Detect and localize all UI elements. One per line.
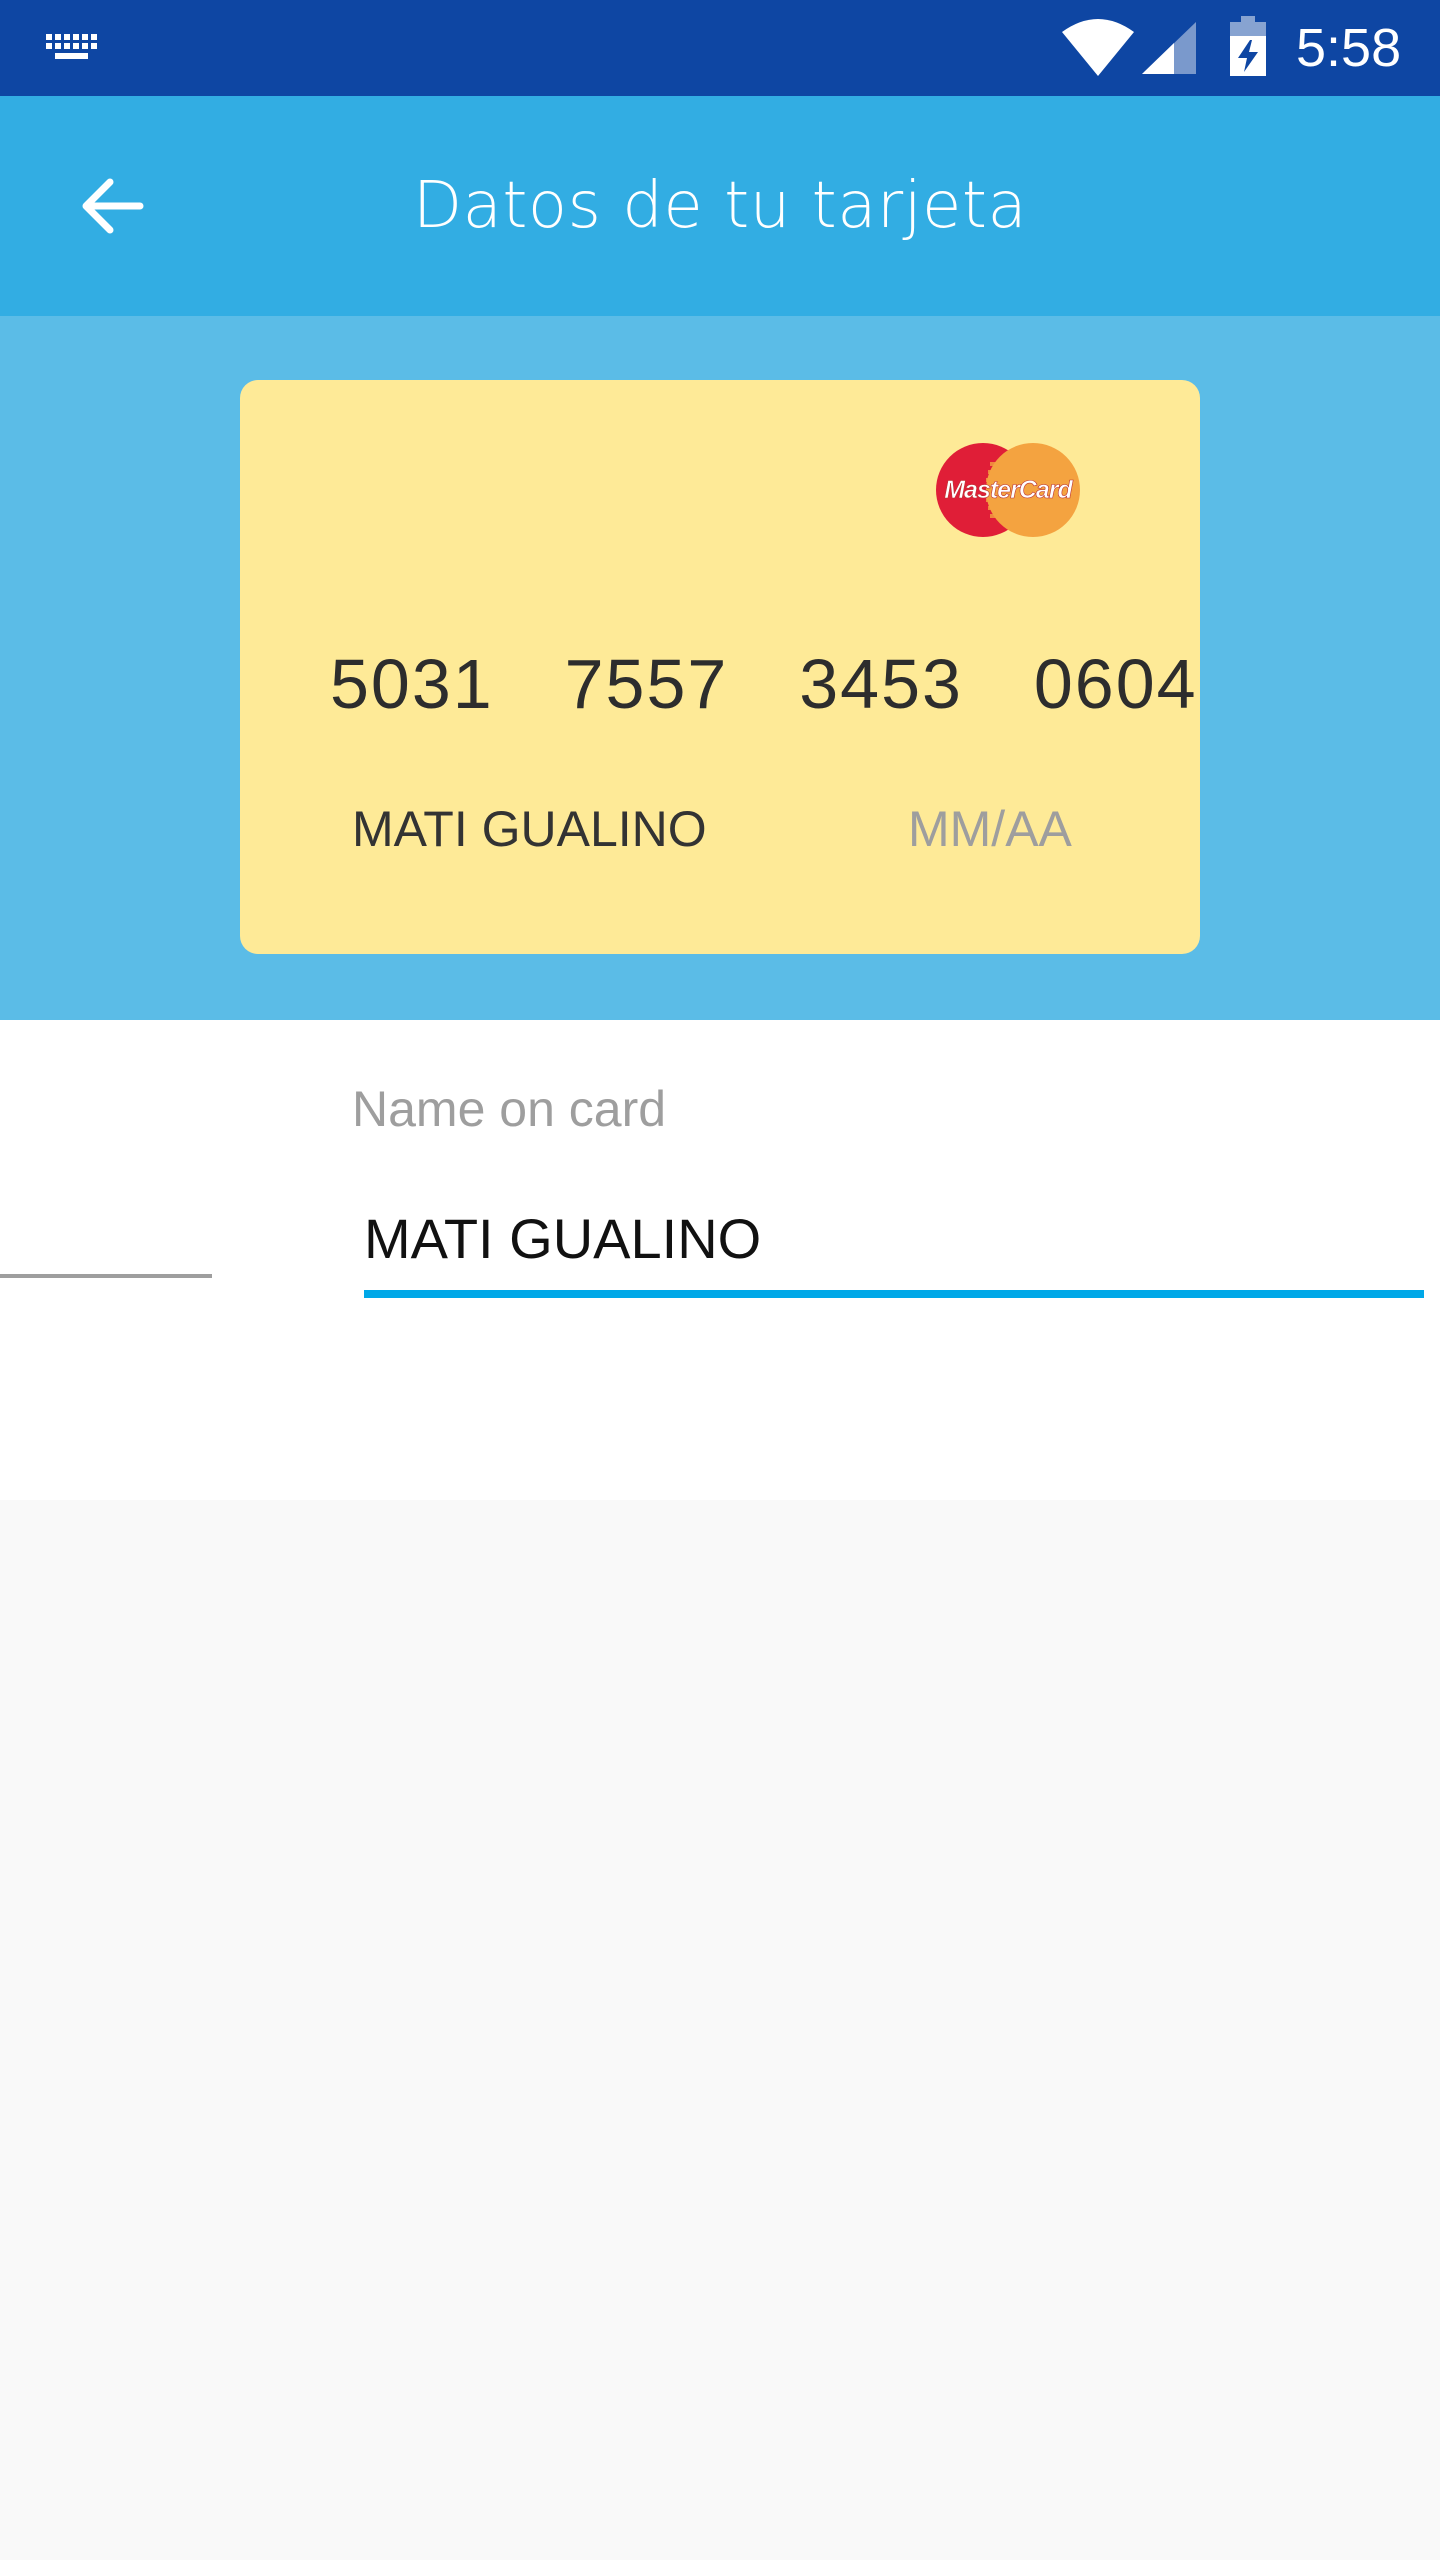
wifi-icon [1062, 19, 1134, 76]
card-form: Name on card [0, 1020, 1440, 1500]
back-button[interactable] [60, 156, 164, 256]
name-on-card-label: Name on card [352, 1081, 667, 1137]
card-holder-name: MATI GUALINO [352, 801, 707, 857]
name-on-card-field [364, 1190, 1424, 1302]
status-time: 5:58 [1296, 18, 1402, 78]
empty-content-area [0, 1500, 1440, 2560]
name-on-card-input[interactable] [364, 1190, 1424, 1286]
previous-field-underline [0, 1274, 212, 1278]
status-bar: 5:58 [0, 0, 1440, 96]
card-preview-area: MasterCard 5031 7557 3453 0604 MATI GUAL… [0, 316, 1440, 1020]
battery-charging-icon [1230, 16, 1266, 76]
card-number: 5031 7557 3453 0604 [330, 645, 1198, 723]
keyboard-icon [46, 34, 97, 59]
name-input-underline [364, 1290, 1424, 1298]
signal-icon [1142, 22, 1196, 74]
card-expiry: MM/AA [908, 801, 1072, 857]
page-title: Datos de tu tarjeta [412, 169, 1028, 243]
credit-card-preview: MasterCard 5031 7557 3453 0604 MATI GUAL… [240, 380, 1200, 954]
mastercard-logo-icon: MasterCard [936, 443, 1080, 537]
card-brand-text: MasterCard [944, 476, 1073, 504]
app-bar: Datos de tu tarjeta [0, 96, 1440, 316]
arrow-back-icon [82, 178, 144, 234]
